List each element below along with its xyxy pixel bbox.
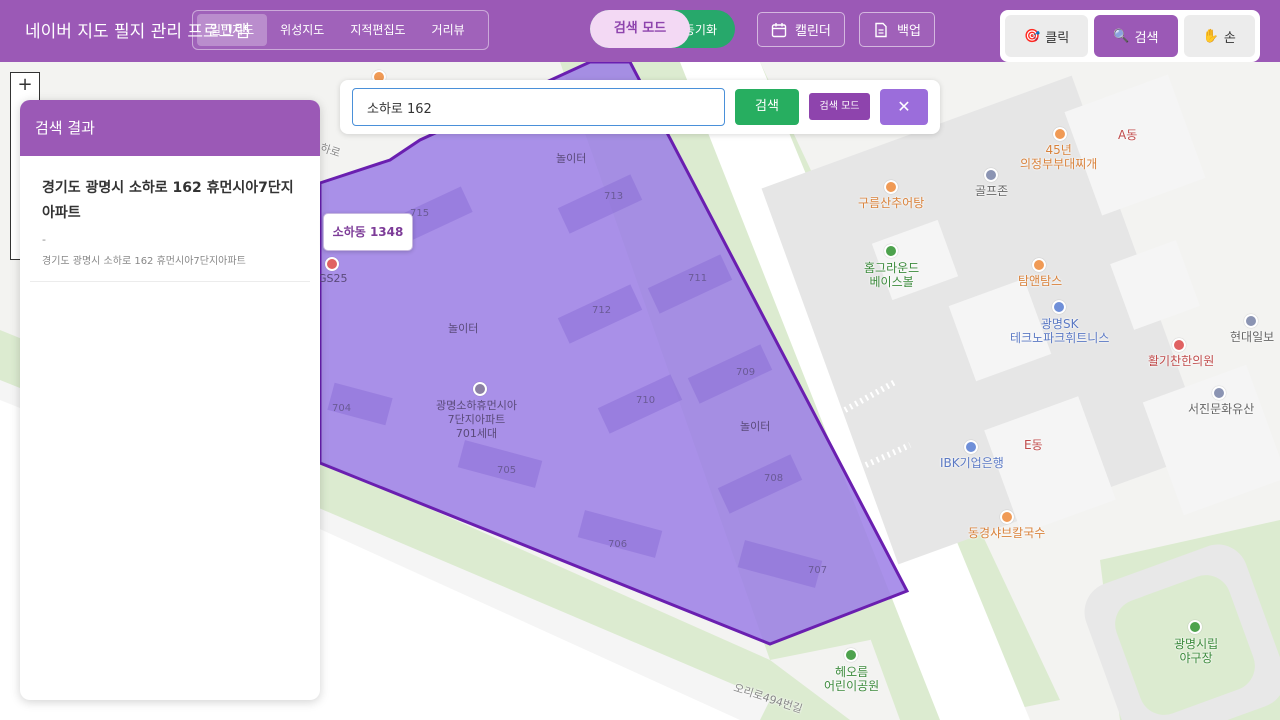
office-icon[interactable] [1212, 386, 1226, 400]
results-header: 검색 결과 [20, 100, 320, 156]
building-number: 708 [764, 473, 784, 484]
cafe-icon[interactable] [1032, 258, 1046, 272]
building-number: 704 [332, 403, 352, 414]
map-label: 놀이터 [556, 152, 587, 165]
mode-toggle[interactable]: 동기화 검색 모드 [590, 10, 735, 48]
hospital-icon[interactable] [1172, 338, 1186, 352]
building-number: 711 [688, 273, 708, 284]
building-number: 710 [636, 395, 656, 406]
document-icon [875, 22, 887, 37]
map-label: 현대일보 [1230, 330, 1275, 344]
building-number: 713 [604, 191, 624, 202]
hand-icon: ✋ [1202, 28, 1219, 44]
restaurant-icon[interactable] [884, 180, 898, 194]
result-address: 경기도 광명시 소하로 162 휴먼시아7단지아파트 [42, 256, 246, 267]
building-number: 707 [808, 565, 828, 576]
building-number: 712 [592, 305, 612, 316]
map-label: A동 [1118, 128, 1138, 142]
click-tool-button[interactable]: 🎯 클릭 [1005, 15, 1089, 57]
tab-satellite-map[interactable]: 위성지도 [267, 14, 337, 46]
result-subtitle: - [42, 233, 46, 246]
map-label: 광명SK 테크노파크휘트니스 [1010, 317, 1110, 345]
calendar-label: 캘린더 [795, 24, 831, 39]
tab-street-view[interactable]: 거리뷰 [419, 14, 478, 46]
tool-selector: 🎯 클릭 🔍 검색 ✋ 손 [1000, 10, 1260, 62]
convenience-store-icon[interactable] [325, 257, 339, 271]
map-label: IBK기업은행 [940, 456, 1004, 470]
map-label: 홈그라운드 베이스볼 [864, 261, 920, 289]
map-label: GS25 [318, 272, 348, 285]
map-type-tabs: 일반지도 위성지도 지적편집도 거리뷰 [192, 10, 489, 50]
map-label: 광명시립 야구장 [1174, 637, 1219, 665]
hand-tool-button[interactable]: ✋ 손 [1183, 15, 1255, 57]
close-icon[interactable]: ✕ [880, 89, 928, 125]
target-icon: 🎯 [1024, 28, 1041, 44]
map-label: 광명소하휴먼시아 7단지아파트 701세대 [436, 399, 517, 440]
gym-icon[interactable] [1052, 300, 1066, 314]
backup-button[interactable]: 백업 [859, 12, 935, 47]
tab-cadastral-map[interactable]: 지적편집도 [337, 14, 418, 46]
hand-tool-label: 손 [1223, 30, 1236, 46]
map-label: E동 [1024, 438, 1043, 452]
map-label: 구름산추어탕 [858, 196, 925, 210]
golf-icon[interactable] [984, 168, 998, 182]
zoom-in-button[interactable]: + [11, 73, 39, 99]
map-label: 놀이터 [448, 322, 479, 335]
map-label: 활기찬한의원 [1148, 354, 1215, 368]
map-label: 탐앤탐스 [1018, 274, 1063, 288]
search-button[interactable]: 검색 [735, 89, 799, 125]
search-input[interactable] [352, 88, 725, 126]
stadium-icon[interactable] [1188, 620, 1202, 634]
building-number: 706 [608, 539, 628, 550]
restaurant-icon[interactable] [1053, 127, 1067, 141]
result-item[interactable]: 경기도 광명시 소하로 162 휴먼시아7단지아파트 - 경기도 광명시 소하로… [30, 156, 310, 282]
office-icon[interactable] [1244, 314, 1258, 328]
search-tool-button[interactable]: 🔍 검색 [1094, 15, 1178, 57]
map-label: 헤오름 어린이공원 [824, 665, 880, 693]
calendar-button[interactable]: 캘린더 [757, 12, 845, 47]
result-title: 경기도 광명시 소하로 162 휴먼시아7단지아파트 [42, 180, 294, 221]
search-tool-label: 검색 [1134, 30, 1159, 46]
map-label: 45년 의정부부대찌개 [1020, 143, 1098, 171]
calendar-icon [771, 22, 787, 37]
parcel-label[interactable]: 소하동 1348 [323, 213, 413, 251]
map-label: 놀이터 [740, 420, 771, 433]
apartment-icon[interactable] [473, 382, 487, 396]
sports-icon[interactable] [884, 244, 898, 258]
park-icon[interactable] [844, 648, 858, 662]
search-bar: 검색 검색 모드 ✕ [340, 80, 940, 134]
map-label: 골프존 [975, 184, 1009, 198]
search-icon: 🔍 [1113, 28, 1130, 44]
map-label: 서진문화유산 [1188, 402, 1255, 416]
click-tool-label: 클릭 [1045, 30, 1070, 46]
building-number: 709 [736, 367, 756, 378]
search-results-panel: 검색 결과 경기도 광명시 소하로 162 휴먼시아7단지아파트 - 경기도 광… [20, 100, 320, 700]
search-mode-badge: 검색 모드 [809, 93, 870, 120]
bank-icon[interactable] [964, 440, 978, 454]
search-mode-pill[interactable]: 검색 모드 [590, 10, 690, 48]
map-label: 동경샤브칼국수 [968, 526, 1046, 540]
tab-normal-map[interactable]: 일반지도 [197, 14, 268, 46]
restaurant-icon[interactable] [1000, 510, 1014, 524]
building-number: 705 [497, 465, 517, 476]
backup-label: 백업 [897, 24, 921, 39]
